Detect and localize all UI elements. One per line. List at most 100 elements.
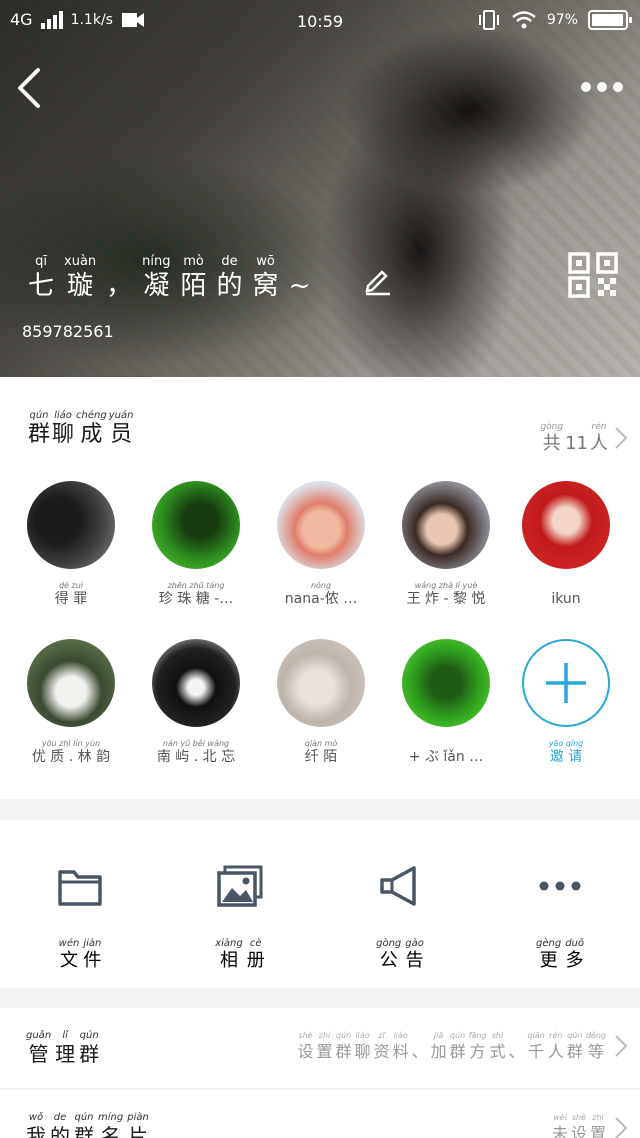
- avatar: [277, 481, 365, 569]
- pinyin-text: de: [221, 254, 238, 269]
- member-item[interactable]: nán yǔ běi wàng 南 屿 . 北 忘: [141, 639, 251, 765]
- files-label: wén 文 jiàn 件: [0, 938, 160, 972]
- edit-pencil-icon[interactable]: [362, 266, 392, 296]
- ruby-char: lǐ 理: [55, 1030, 75, 1066]
- member-name-pinyin: qiàn mò: [304, 739, 338, 748]
- album-icon: [217, 865, 263, 907]
- member-item[interactable]: ikun: [511, 481, 621, 607]
- ruby-char: wèi 未: [552, 1112, 568, 1138]
- more-options-icon[interactable]: [580, 78, 624, 96]
- pinyin-text: xuàn: [64, 254, 97, 269]
- hanzi-text: 多: [565, 950, 584, 971]
- member-item[interactable]: dé zuì 得 罪: [16, 481, 126, 607]
- chevron-right-icon: [615, 427, 628, 449]
- ruby-char: de 的: [50, 1112, 70, 1138]
- members-section-title[interactable]: qún 群 liáo 聊 chéng 成 yuán 员: [28, 410, 133, 448]
- pinyin-text: zhì: [592, 1113, 604, 1122]
- hanzi-text: 片: [128, 1124, 149, 1138]
- member-name-pinyin: nóng: [310, 581, 332, 590]
- album-label: xiàng 相 cè 册: [160, 938, 320, 972]
- hanzi-text: 设: [570, 1124, 587, 1138]
- invite-member-button[interactable]: yāo qǐng 邀 请: [511, 639, 621, 765]
- announcement-action[interactable]: gòng 公 gào 告: [320, 820, 480, 988]
- pinyin-text: qī: [35, 254, 47, 269]
- hanzi-text: 、: [508, 1042, 525, 1061]
- pinyin-text: chéng: [76, 410, 107, 421]
- ruby-char: jiàn 件: [83, 938, 101, 972]
- avatar: [152, 481, 240, 569]
- pinyin-text: yuán: [108, 410, 134, 421]
- member-name: 优 质 . 林 韵: [31, 749, 111, 765]
- hanzi-text: 更: [539, 950, 558, 971]
- group-profile-page: 4G 1.1k/s 10:59 97% qī 七 xuàn 璇， níng 凝 mò 陌 de 的…: [0, 0, 640, 1138]
- pinyin-text: rén: [549, 1031, 563, 1040]
- member-name: 珍 珠 糖 -…: [158, 591, 234, 607]
- manage-group-row[interactable]: guǎn 管 lǐ 理 qún 群 shè 设 zhì 置 qún 群 liáo 聊 zī 资 liào 料、 j…: [0, 1008, 640, 1088]
- member-name-pinyin: wáng zhà lí yuè: [414, 581, 478, 590]
- pinyin-text: guǎn: [26, 1030, 52, 1041]
- pinyin-text: wǒ: [28, 1112, 44, 1123]
- title-char: wō 窝: [253, 254, 279, 302]
- ruby-char: fāng 方: [469, 1030, 487, 1062]
- avatar: [27, 639, 115, 727]
- more-action[interactable]: gèng 更 duō 多: [480, 820, 640, 988]
- ruby-char: qún 群: [567, 1030, 583, 1062]
- hanzi-text: 设: [297, 1042, 314, 1061]
- ruby-char: qún 群: [28, 410, 50, 448]
- hanzi-text: 公: [379, 950, 398, 971]
- member-name-pinyin: yāo qǐng: [548, 739, 584, 748]
- member-name: 邀 请: [549, 749, 583, 765]
- my-group-nickname-row[interactable]: wǒ 我 de 的 qún 群 míng 名 piàn 片 wèi 未 shè 设 zhì 置: [0, 1090, 640, 1138]
- ruby-char: wǒ 我: [26, 1112, 46, 1138]
- my-group-nickname-value: wèi 未 shè 设 zhì 置: [552, 1112, 606, 1138]
- members-card: qún 群 liáo 聊 chéng 成 yuán 员 gòng 共 11 rén 人 dé zuì 得…: [0, 377, 640, 799]
- ruby-char: liào 料: [393, 1030, 409, 1062]
- pinyin-text: qún: [29, 410, 49, 421]
- pinyin-text: jiàn: [83, 938, 102, 949]
- title-char: ，: [106, 254, 132, 302]
- pinyin-text: duō: [565, 938, 584, 949]
- hanzi-text: 群: [566, 1042, 583, 1061]
- ruby-char: zhì 置: [590, 1112, 606, 1138]
- ruby-char: 、: [412, 1030, 428, 1062]
- megaphone-icon: [380, 866, 416, 906]
- files-action[interactable]: wén 文 jiàn 件: [0, 820, 160, 988]
- member-item[interactable]: wáng zhà lí yuè 王 炸 - 黎 悦: [391, 481, 501, 607]
- member-item[interactable]: qiàn mò 纤 陌: [266, 639, 376, 765]
- group-name[interactable]: qī 七 xuàn 璇 ， níng 凝 mò 陌 de 的 wō 窝 ~: [28, 254, 310, 302]
- ruby-char: wén 文: [59, 938, 80, 972]
- member-item[interactable]: nóng nana-侬 …: [266, 481, 376, 607]
- hanzi-text: 置: [316, 1042, 333, 1061]
- member-item[interactable]: + ぶ ǐǎn …: [391, 639, 501, 765]
- member-item[interactable]: yōu zhì lín yùn 优 质 . 林 韵: [16, 639, 126, 765]
- ruby-char: qún 群: [74, 1112, 94, 1138]
- pinyin-text: gèng: [536, 938, 562, 949]
- back-arrow-icon[interactable]: [14, 66, 46, 110]
- hanzi-text: 式: [489, 1042, 506, 1061]
- album-action[interactable]: xiàng 相 cè 册: [160, 820, 320, 988]
- avatar: [27, 481, 115, 569]
- pinyin-text: děng: [585, 1031, 606, 1040]
- group-header-banner: [0, 0, 640, 377]
- vibrate-icon: [478, 10, 499, 30]
- hanzi-text: 管: [28, 1042, 49, 1066]
- ruby-char: cè 册: [247, 938, 265, 972]
- member-item[interactable]: zhēn zhū táng 珍 珠 糖 -…: [141, 481, 251, 607]
- ruby-char: zhì 置: [317, 1030, 333, 1062]
- hanzi-text: 群: [449, 1042, 466, 1061]
- ruby-char: 、: [509, 1030, 525, 1062]
- pinyin-text: gòng: [540, 422, 564, 432]
- pinyin-text: qún: [335, 1031, 352, 1040]
- plus-icon: [522, 639, 610, 727]
- ruby-char: shì 式: [490, 1030, 506, 1062]
- member-name: nana-侬 …: [284, 591, 358, 607]
- hanzi-text: ~: [288, 271, 311, 301]
- ruby-char: piàn 片: [127, 1112, 149, 1138]
- qr-code-icon[interactable]: [568, 252, 620, 298]
- hanzi-text: 的: [50, 1124, 70, 1138]
- member-count-link[interactable]: gòng 共 11 rén 人: [540, 421, 628, 455]
- hanzi-text: 、: [411, 1042, 428, 1061]
- member-name-pinyin: zhēn zhū táng: [167, 581, 225, 590]
- ruby-char: gèng 更: [536, 938, 561, 972]
- ruby-char: yuán 员: [109, 410, 134, 448]
